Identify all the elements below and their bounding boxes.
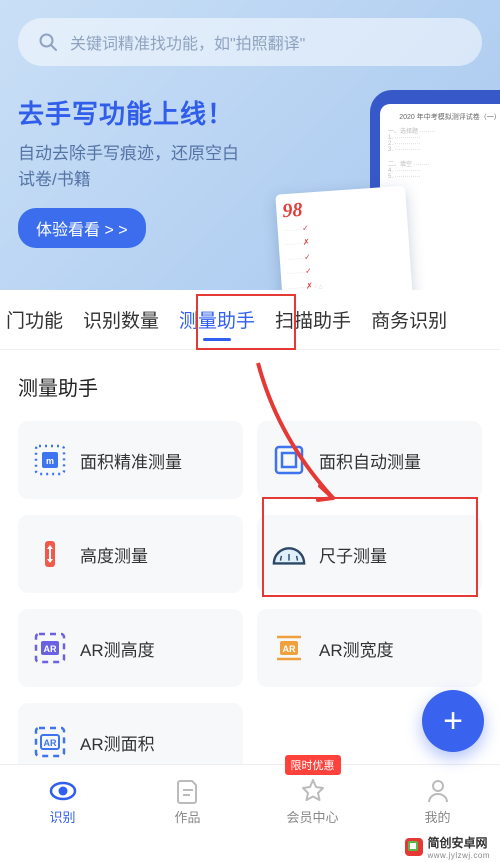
tab-business[interactable]: 商务识别 xyxy=(361,290,457,349)
area-precise-icon: m xyxy=(32,442,68,478)
paper-illustration: 98 ···········✓ ···········✗ ···········… xyxy=(275,186,414,290)
tool-label: AR测面积 xyxy=(80,730,155,755)
tool-label: AR测高度 xyxy=(80,636,155,661)
svg-text:AR: AR xyxy=(44,644,57,654)
tool-ar-height[interactable]: AR AR测高度 xyxy=(18,609,243,687)
tool-label: AR测宽度 xyxy=(319,636,394,661)
nav-label: 我的 xyxy=(424,807,450,826)
nav-label: 会员中心 xyxy=(286,807,338,826)
tool-ruler[interactable]: 尺子测量 xyxy=(257,515,482,593)
tab-measure[interactable]: 测量助手 xyxy=(169,290,265,349)
tool-label: 高度测量 xyxy=(80,542,148,567)
watermark-logo-icon xyxy=(405,838,423,856)
nav-label: 识别 xyxy=(49,807,75,826)
search-input[interactable]: 关键词精准找功能，如"拍照翻译" xyxy=(18,18,482,66)
plus-icon: + xyxy=(443,702,463,741)
watermark-url: www.jylzwj.com xyxy=(427,851,490,860)
tool-label: 面积自动测量 xyxy=(319,448,421,473)
tool-label: 尺子测量 xyxy=(319,542,387,567)
section-title: 测量助手 xyxy=(18,372,482,401)
add-fab-button[interactable]: + xyxy=(422,690,484,752)
eye-icon xyxy=(49,777,77,805)
doc-icon xyxy=(174,777,202,805)
banner-subtitle: 自动去除手写痕迹，还原空白试卷/书籍 xyxy=(18,141,248,194)
svg-text:AR: AR xyxy=(44,738,57,748)
height-icon xyxy=(32,536,68,572)
bottom-nav: 识别 作品 限时优惠 会员中心 我的 xyxy=(0,764,500,838)
svg-text:AR: AR xyxy=(283,644,296,654)
nav-recognize[interactable]: 识别 xyxy=(0,765,125,838)
tool-area-precise[interactable]: m 面积精准测量 xyxy=(18,421,243,499)
nav-works[interactable]: 作品 xyxy=(125,765,250,838)
category-tabs: 门功能 识别数量 测量助手 扫描助手 商务识别 xyxy=(0,290,500,350)
svg-text:m: m xyxy=(46,456,54,466)
tab-scan[interactable]: 扫描助手 xyxy=(265,290,361,349)
tab-hot[interactable]: 门功能 xyxy=(6,290,73,349)
star-icon xyxy=(299,777,327,805)
promo-badge: 限时优惠 xyxy=(285,755,341,775)
ar-height-icon: AR xyxy=(32,630,68,666)
nav-vip[interactable]: 限时优惠 会员中心 xyxy=(250,765,375,838)
search-placeholder: 关键词精准找功能，如"拍照翻译" xyxy=(70,30,305,54)
try-now-button[interactable]: 体验看看 > > xyxy=(18,208,146,248)
nav-label: 作品 xyxy=(174,807,200,826)
watermark-name: 简创安卓网 xyxy=(427,834,490,851)
ar-area-icon: AR xyxy=(32,724,68,760)
promo-banner: 关键词精准找功能，如"拍照翻译" 去手写功能上线！ 自动去除手写痕迹，还原空白试… xyxy=(0,0,500,290)
tool-ar-width[interactable]: AR AR测宽度 xyxy=(257,609,482,687)
tool-label: 面积精准测量 xyxy=(80,448,182,473)
ruler-icon xyxy=(271,536,307,572)
nav-mine[interactable]: 我的 xyxy=(375,765,500,838)
tab-count[interactable]: 识别数量 xyxy=(73,290,169,349)
tool-area-auto[interactable]: 面积自动测量 xyxy=(257,421,482,499)
watermark: 简创安卓网 www.jylzwj.com xyxy=(401,832,494,862)
tool-height[interactable]: 高度测量 xyxy=(18,515,243,593)
ar-width-icon: AR xyxy=(271,630,307,666)
search-icon xyxy=(38,32,58,52)
person-icon xyxy=(424,777,452,805)
area-auto-icon xyxy=(271,442,307,478)
